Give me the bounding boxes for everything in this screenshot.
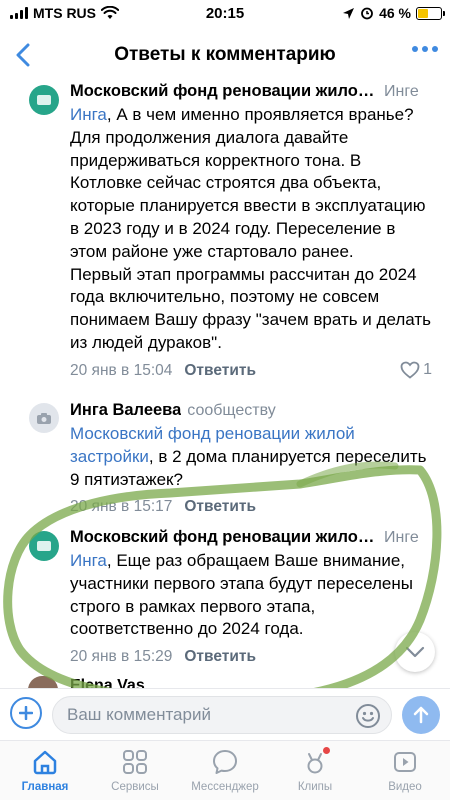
messenger-icon <box>210 747 240 777</box>
avatar[interactable] <box>29 403 59 433</box>
location-icon <box>343 7 355 19</box>
tab-label: Мессенджер <box>191 781 259 793</box>
tab-video[interactable]: Видео <box>360 741 450 800</box>
tab-label: Сервисы <box>111 781 159 793</box>
comment-header: Московский фонд реновации жилой застройк… <box>70 82 432 104</box>
tab-home[interactable]: Главная <box>0 741 90 800</box>
status-right: 46 % <box>342 5 445 21</box>
arrow-up-icon <box>413 706 429 724</box>
attach-button[interactable] <box>10 697 42 729</box>
comment-reply-to: Инге <box>384 529 419 546</box>
status-bar: MTS RUS 20:15 46 % <box>0 0 450 28</box>
home-icon <box>30 747 60 777</box>
emoji-icon[interactable] <box>355 703 381 729</box>
comment-body: Московский фонд реновации жилой застройк… <box>70 528 432 669</box>
comment-footer: 20 янв в 15:17 Ответить <box>70 495 432 519</box>
tab-label: Видео <box>388 781 422 793</box>
like-button[interactable]: 1 <box>400 361 432 379</box>
more-button[interactable] <box>412 46 438 52</box>
send-button[interactable] <box>402 696 440 734</box>
battery-fill <box>418 8 429 18</box>
tab-label: Главная <box>21 781 69 793</box>
comment-footer: 20 янв в 15:04 Ответить 1 <box>70 359 432 383</box>
like-count: 1 <box>423 360 432 378</box>
comment-footer: 20 янв в 15:29 Ответить <box>70 645 432 669</box>
comment-header: Московский фонд реновации жилой застройк… <box>70 528 432 550</box>
reply-button[interactable]: Ответить <box>184 498 256 516</box>
comment-input-box[interactable] <box>52 696 392 734</box>
more-dot <box>432 46 438 52</box>
battery-percent: 46 % <box>379 5 411 21</box>
comment-date: 20 янв в 15:29 <box>70 648 173 666</box>
notification-dot <box>323 747 330 754</box>
comment-body: Инга Валеева сообществу Московский фонд … <box>70 401 432 519</box>
comment-text: Инга, Еще раз обращаем Ваше внимание, уч… <box>70 551 413 639</box>
plus-icon <box>19 706 33 720</box>
comment-text: Московский фонд реновации жилой застройк… <box>70 424 427 489</box>
tab-clips[interactable]: Клипы <box>270 741 360 800</box>
more-dot <box>412 46 418 52</box>
comment-date: 20 янв в 15:04 <box>70 361 173 379</box>
clips-icon <box>300 747 330 777</box>
camera-icon <box>37 412 51 424</box>
mention-link[interactable]: Инга <box>70 551 107 570</box>
scroll-down-button[interactable] <box>395 632 435 672</box>
tab-messenger[interactable]: Мессенджер <box>180 741 270 800</box>
comment-input[interactable] <box>67 705 347 725</box>
comment-reply-to: Инге <box>384 83 419 100</box>
avatar[interactable] <box>29 85 59 115</box>
services-icon <box>120 747 150 777</box>
header: Ответы к комментарию <box>0 32 450 78</box>
chevron-down-icon <box>405 646 425 658</box>
comments-list[interactable]: Московский фонд реновации жилой застройк… <box>0 78 450 682</box>
comment-header: Инга Валеева сообществу <box>70 401 432 423</box>
comment-body: Московский фонд реновации жилой застройк… <box>70 82 432 383</box>
video-icon <box>390 747 420 777</box>
heart-icon <box>400 361 420 379</box>
comment-author[interactable]: Московский фонд реновации жилой застройк… <box>70 82 378 101</box>
tab-label: Клипы <box>297 781 333 793</box>
more-dot <box>422 46 428 52</box>
tab-services[interactable]: Сервисы <box>90 741 180 800</box>
avatar[interactable] <box>29 531 59 561</box>
mention-link[interactable]: Инга <box>70 105 107 124</box>
alarm-icon <box>361 7 373 20</box>
comment-author[interactable]: Инга Валеева <box>70 401 181 420</box>
battery-icon <box>416 6 445 20</box>
comment-date: 20 янв в 15:17 <box>70 498 173 516</box>
comment-author[interactable]: Московский фонд реновации жилой застройк… <box>70 528 378 547</box>
reply-button[interactable]: Ответить <box>184 648 256 666</box>
comment-text: Инга, А в чем именно проявляется вранье?… <box>70 105 431 352</box>
page-title: Ответы к комментарию <box>114 44 336 65</box>
tab-bar: Главная Сервисы Мессенджер Клипы Видео <box>0 740 450 800</box>
comment-reply-to: сообществу <box>187 402 276 419</box>
comment-composer <box>0 688 450 740</box>
reply-button[interactable]: Ответить <box>184 362 256 380</box>
